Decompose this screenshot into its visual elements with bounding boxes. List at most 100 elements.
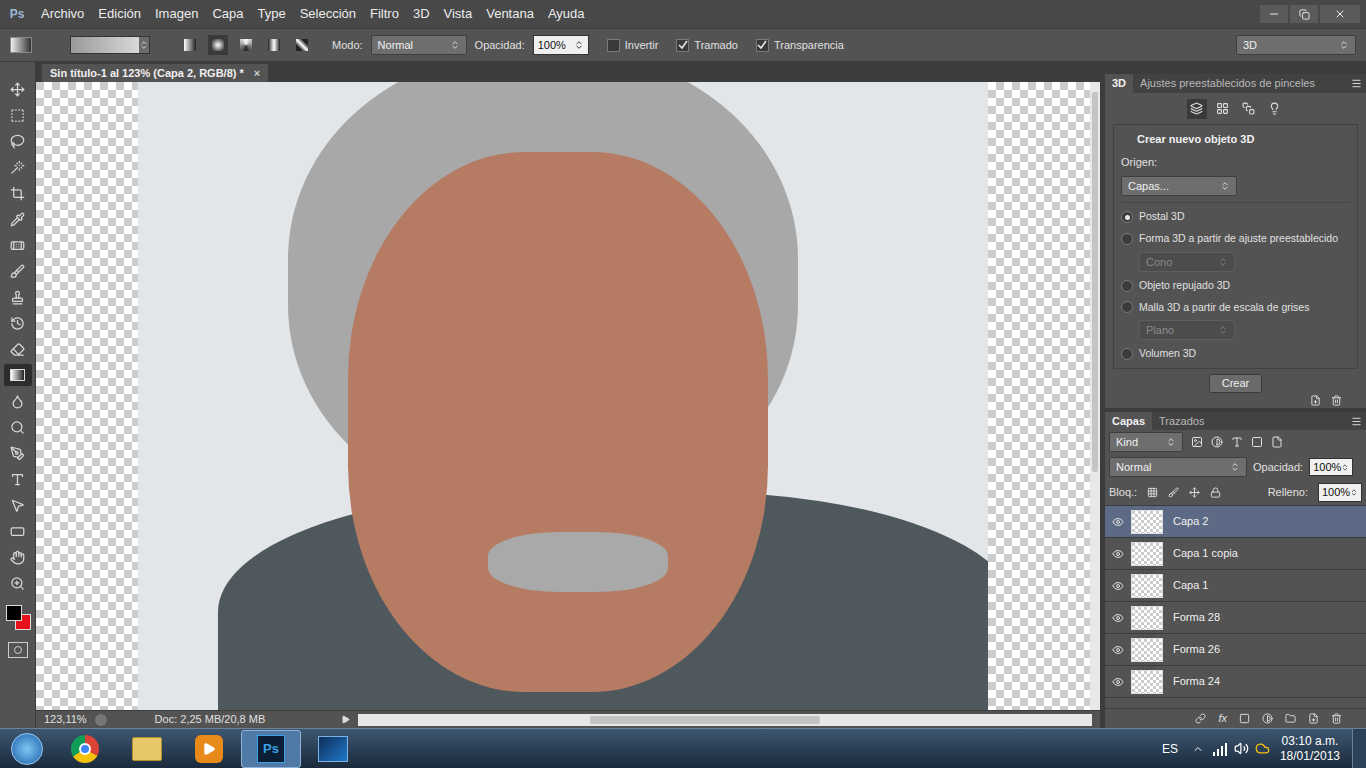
option-checkbox[interactable]: Invertir: [607, 37, 659, 54]
mask-icon[interactable]: [1239, 713, 1250, 724]
fx-button[interactable]: fx: [1218, 710, 1227, 727]
panel-tab[interactable]: Capas: [1105, 412, 1152, 430]
chrome-taskbar-button[interactable]: [55, 730, 115, 768]
pen-tool[interactable]: [4, 442, 32, 464]
pixel-filter-icon[interactable]: [1191, 436, 1203, 448]
eyedropper-tool[interactable]: [4, 208, 32, 230]
panel-menu-icon[interactable]: [1351, 78, 1362, 89]
clock[interactable]: 03:10 a.m.18/01/2013: [1280, 734, 1340, 764]
status-menu-icon[interactable]: [341, 715, 350, 724]
layer-row[interactable]: Capa 2: [1105, 506, 1366, 538]
type-filter-icon[interactable]: [1231, 436, 1243, 448]
gradient-picker[interactable]: [70, 36, 150, 54]
move-tool[interactable]: [4, 78, 32, 100]
pathselect-tool[interactable]: [4, 494, 32, 516]
menu-item[interactable]: Selección: [293, 4, 363, 24]
minimize-button[interactable]: [1260, 5, 1288, 23]
volume-icon[interactable]: [1234, 741, 1249, 756]
zoom-tool[interactable]: [4, 572, 32, 594]
type-tool[interactable]: [4, 468, 32, 490]
foreground-swatch[interactable]: [6, 605, 22, 621]
layer-row[interactable]: Forma 24: [1105, 666, 1366, 698]
export-icon[interactable]: [95, 714, 107, 726]
trash-icon[interactable]: [1331, 395, 1342, 406]
menu-item[interactable]: Type: [250, 4, 292, 24]
option-radio[interactable]: Objeto repujado 3D: [1121, 278, 1350, 294]
hand-tool[interactable]: [4, 546, 32, 568]
dodge-tool[interactable]: [4, 416, 32, 438]
checkbox[interactable]: [756, 39, 769, 52]
visibility-icon[interactable]: [1112, 580, 1124, 592]
brush-tool[interactable]: [4, 260, 32, 282]
menu-item[interactable]: Capa: [205, 4, 250, 24]
layer-row[interactable]: Forma 26: [1105, 634, 1366, 666]
tool-preset-icon[interactable]: [10, 37, 32, 53]
shape-filter-icon[interactable]: [1251, 436, 1263, 448]
vertical-scrollbar[interactable]: [1090, 82, 1100, 710]
scene-button[interactable]: [1187, 99, 1207, 119]
light-button[interactable]: [1265, 99, 1285, 119]
new-layer-icon[interactable]: [1308, 713, 1319, 724]
group-icon[interactable]: [1285, 713, 1296, 724]
panel-tab[interactable]: 3D: [1105, 74, 1133, 93]
trash-icon[interactable]: [1331, 713, 1342, 724]
layer-filter-select[interactable]: Kind: [1109, 432, 1183, 452]
history-tool[interactable]: [4, 312, 32, 334]
marquee-tool[interactable]: [4, 104, 32, 126]
visibility-icon[interactable]: [1112, 516, 1124, 528]
explorer-taskbar-button[interactable]: [117, 730, 177, 768]
layer-row[interactable]: Capa 1: [1105, 570, 1366, 602]
lock-position-icon[interactable]: [1189, 487, 1200, 498]
checkbox[interactable]: [676, 39, 689, 52]
menu-item[interactable]: Filtro: [363, 4, 406, 24]
document-tab[interactable]: Sin título-1 al 123% (Capa 2, RGB/8) *×: [42, 64, 268, 82]
horizontal-scrollbar[interactable]: [358, 714, 1092, 726]
option-radio[interactable]: Volumen 3D: [1121, 346, 1350, 362]
blend-mode-select[interactable]: Normal: [1109, 457, 1247, 477]
crop-tool[interactable]: [4, 182, 32, 204]
lock-pixels-icon[interactable]: [1168, 487, 1179, 498]
layer-opacity-field[interactable]: 100%: [1309, 458, 1353, 477]
gradient-type-button[interactable]: [236, 35, 256, 55]
stamp-tool[interactable]: [4, 286, 32, 308]
show-desktop-button[interactable]: [1352, 729, 1366, 768]
visibility-icon[interactable]: [1112, 676, 1124, 688]
lock-all-icon[interactable]: [1210, 487, 1221, 498]
adjustment-filter-icon[interactable]: [1211, 436, 1223, 448]
media-taskbar-button[interactable]: [179, 730, 239, 768]
menu-item[interactable]: Vista: [437, 4, 480, 24]
gradient-tool[interactable]: [4, 364, 32, 386]
layer-row[interactable]: Forma 28: [1105, 602, 1366, 634]
lock-transparency-icon[interactable]: [1147, 487, 1158, 498]
network-icon[interactable]: [1212, 742, 1228, 756]
shape-tool[interactable]: [4, 520, 32, 542]
menu-item[interactable]: 3D: [406, 4, 437, 24]
checkbox[interactable]: [607, 39, 620, 52]
opacity-field[interactable]: 100%: [533, 35, 589, 55]
option-radio[interactable]: Forma 3D a partir de ajuste preestableci…: [1121, 231, 1350, 247]
tab-close-button[interactable]: ×: [254, 65, 260, 82]
source-select[interactable]: Capas...: [1121, 176, 1237, 196]
menu-item[interactable]: Archivo: [34, 4, 91, 24]
panel-tab[interactable]: Ajustes preestablecidos de pinceles: [1133, 74, 1322, 93]
mesh-button[interactable]: [1213, 99, 1233, 119]
gradient-type-button[interactable]: [180, 35, 200, 55]
adjustment-icon[interactable]: [1262, 713, 1273, 724]
create-button[interactable]: Crear: [1209, 374, 1263, 393]
menu-item[interactable]: Ayuda: [541, 4, 592, 24]
close-button[interactable]: [1320, 5, 1360, 23]
link-icon[interactable]: [1195, 713, 1206, 724]
tray-expand-icon[interactable]: [1192, 743, 1204, 755]
visibility-icon[interactable]: [1112, 612, 1124, 624]
gradient-type-button[interactable]: [208, 35, 228, 55]
new-item-icon[interactable]: [1310, 395, 1321, 406]
panel-menu-icon[interactable]: [1351, 416, 1362, 427]
wand-tool[interactable]: [4, 156, 32, 178]
material-button[interactable]: [1239, 99, 1259, 119]
restore-button[interactable]: [1290, 5, 1318, 23]
fill-field[interactable]: 100%: [1318, 483, 1362, 502]
panel-tab[interactable]: Trazados: [1152, 412, 1211, 430]
menu-item[interactable]: Imagen: [148, 4, 205, 24]
layer-row[interactable]: Capa 1 copia: [1105, 538, 1366, 570]
drive-icon[interactable]: [1255, 741, 1270, 756]
